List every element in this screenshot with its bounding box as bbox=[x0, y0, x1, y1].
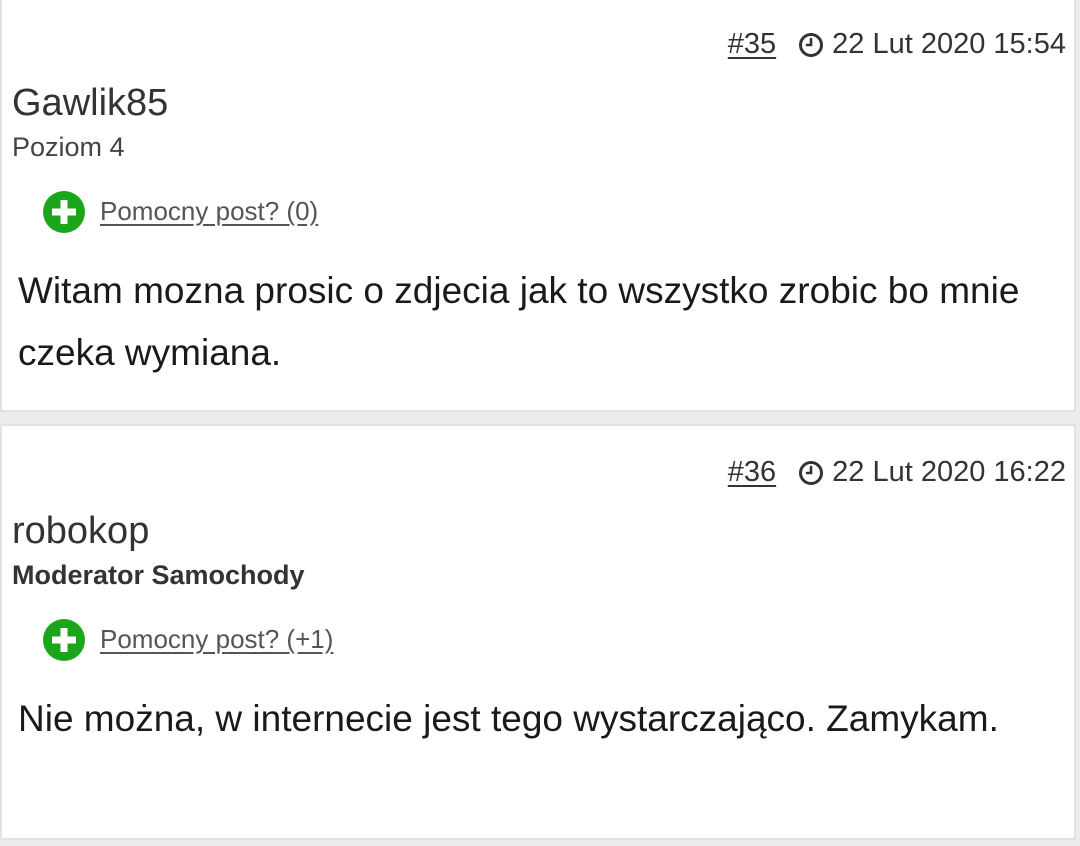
post-body: Witam mozna prosic o zdjecia jak to wszy… bbox=[18, 270, 1020, 373]
post-meta: #36 22 Lut 2020 16:22 bbox=[728, 456, 1066, 489]
author-rank: Moderator Samochody bbox=[12, 560, 305, 590]
clock-icon bbox=[799, 32, 824, 57]
post-date: 22 Lut 2020 16:22 bbox=[832, 456, 1066, 488]
plus-circle-icon bbox=[43, 619, 85, 661]
author-name[interactable]: robokop bbox=[12, 510, 149, 553]
post-body: Nie można, w internecie jest tego wystar… bbox=[18, 698, 999, 739]
post-card: #35 22 Lut 2020 15:54 Gawlik85 Poziom 4 … bbox=[0, 0, 1076, 412]
post-number-link[interactable]: #36 bbox=[728, 456, 776, 489]
post-card: #36 22 Lut 2020 16:22 robokop Moderator … bbox=[0, 424, 1076, 840]
post-number-link[interactable]: #35 bbox=[728, 28, 776, 61]
author-rank: Poziom 4 bbox=[12, 132, 125, 162]
clock-icon bbox=[799, 460, 824, 485]
helpful-post-button[interactable]: Pomocny post? (+1) bbox=[42, 618, 333, 662]
helpful-post-button[interactable]: Pomocny post? (0) bbox=[42, 190, 318, 234]
helpful-post-label[interactable]: Pomocny post? (+1) bbox=[94, 624, 333, 656]
author-name[interactable]: Gawlik85 bbox=[12, 82, 168, 125]
post-list: #35 22 Lut 2020 15:54 Gawlik85 Poziom 4 … bbox=[0, 0, 1080, 846]
post-meta: #35 22 Lut 2020 15:54 bbox=[728, 28, 1066, 61]
plus-circle-icon bbox=[43, 191, 85, 233]
helpful-post-label[interactable]: Pomocny post? (0) bbox=[94, 196, 318, 228]
post-date: 22 Lut 2020 15:54 bbox=[832, 28, 1066, 60]
